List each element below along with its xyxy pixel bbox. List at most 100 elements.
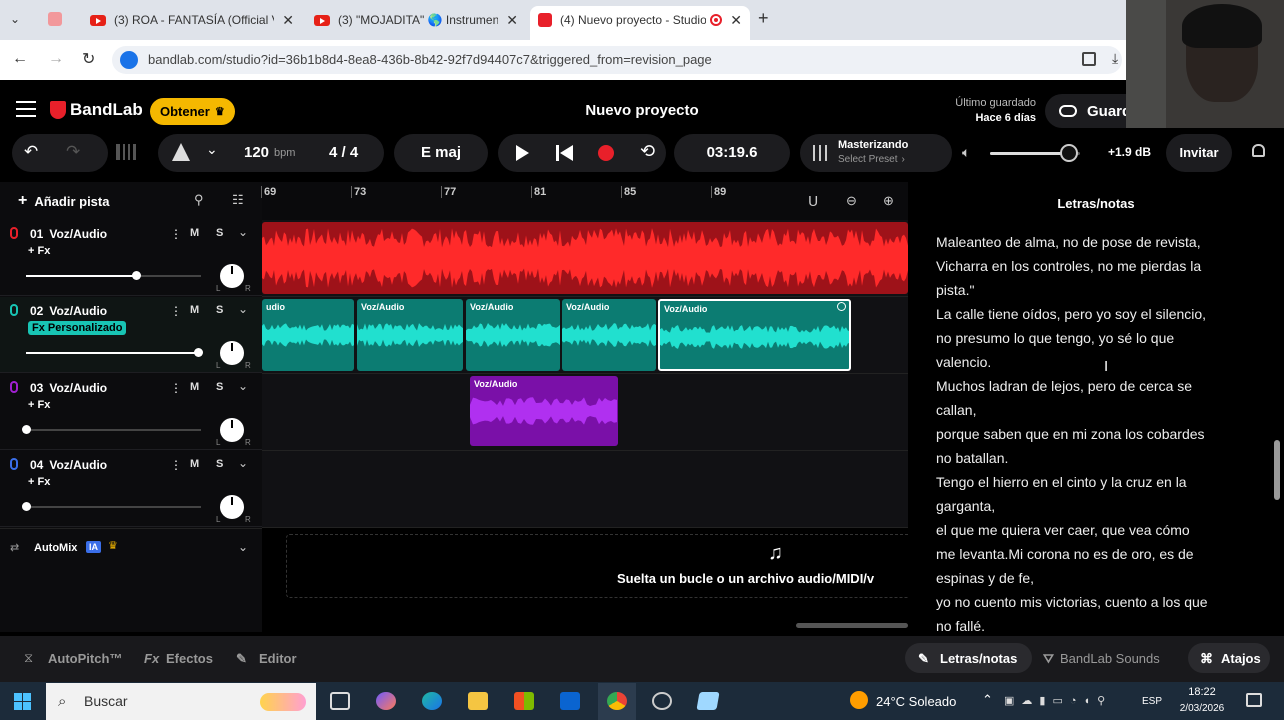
track-header[interactable]: 04 Voz/Audio ⋮ M S ⌄ + Fx L R [0,451,262,527]
volume-knob[interactable] [193,348,203,357]
bandlab-sounds-button[interactable]: BandLab Sounds [1060,651,1160,666]
time-signature-field[interactable]: 4 / 4 [329,144,358,161]
audio-clip[interactable] [262,222,908,294]
mute-button[interactable]: M [190,304,199,316]
fx-button[interactable]: + Fx [28,476,50,488]
zoom-in-icon[interactable]: ⊕ [883,193,894,209]
volume-knob[interactable] [1060,144,1079,162]
add-track-button[interactable]: + Añadir pista [18,192,109,210]
track-header[interactable]: 01 Voz/Audio ⋮ M S ⌄ + Fx L R [0,220,262,296]
audio-clip[interactable]: udio [262,299,354,371]
volume-knob[interactable] [22,502,31,511]
track-name[interactable]: Voz/Audio [49,304,107,318]
tab-list-icon[interactable]: ⌄ [10,12,20,26]
chrome-icon[interactable] [607,692,627,710]
vertical-scrollbar[interactable] [1274,222,1280,622]
download-icon[interactable]: ⤓ [1112,50,1118,67]
bandlab-logo[interactable]: BandLab [50,100,143,120]
fx-button[interactable]: Fx Personalizado [28,321,127,335]
clock-time[interactable]: 18:22 [1176,686,1228,698]
tempo-field[interactable]: 120 bpm [244,144,295,161]
more-options-icon[interactable]: ⋮ [170,227,182,241]
reload-icon[interactable]: ↻ [82,49,95,69]
pan-knob[interactable] [220,341,244,365]
solo-button[interactable]: S [216,458,223,470]
audio-clip[interactable]: Voz/Audio [562,299,656,371]
chevron-down-icon[interactable]: ⌄ [206,141,218,158]
taskbar-search-input[interactable]: ⌕ Buscar [46,683,316,720]
volume-knob[interactable] [22,425,31,434]
tab-icon[interactable] [48,12,62,26]
back-icon[interactable]: ← [12,50,28,68]
outlook-icon[interactable] [560,692,580,710]
browser-tab[interactable]: (3) "MOJADITA" 🌎 Instrumenta ✕ [306,6,526,34]
reading-mode-icon[interactable] [1082,52,1096,66]
app-icon[interactable] [696,692,720,710]
track-volume-slider[interactable] [26,348,203,357]
drop-zone[interactable] [286,534,926,598]
task-view-icon[interactable] [330,692,350,710]
pan-knob[interactable] [220,495,244,519]
get-button[interactable]: Obtener ♛ [150,98,235,125]
track-volume-slider[interactable] [22,502,201,511]
fx-button[interactable]: + Fx [28,245,50,257]
windows-start-icon[interactable] [14,693,31,710]
audio-clip[interactable]: Voz/Audio [470,376,618,446]
notifications-icon[interactable] [1252,144,1265,157]
record-icon[interactable] [598,145,614,161]
menu-icon[interactable] [16,101,36,117]
audio-clip-selected[interactable]: Voz/Audio [658,299,851,371]
more-options-icon[interactable]: ⋮ [170,458,182,472]
fx-button[interactable]: + Fx [28,399,50,411]
chevron-down-icon[interactable]: ⌄ [238,456,248,470]
loop-icon[interactable]: ⟲ [640,141,655,162]
loop-region-icon[interactable] [116,144,136,160]
browser-tab[interactable]: (3) ROA - FANTASÍA (Official Vi ✕ [82,6,302,34]
tool-icon[interactable]: ⚲ [194,192,204,208]
app-icon[interactable] [652,692,672,710]
track-name[interactable]: Voz/Audio [49,458,107,472]
new-tab-icon[interactable]: + [758,8,769,29]
notification-center-icon[interactable] [1246,693,1262,707]
master-volume-slider[interactable] [990,144,1080,162]
track-volume-slider[interactable] [26,271,201,280]
snap-icon[interactable]: Ս [808,193,818,210]
project-title[interactable]: Nuevo proyecto [580,102,704,119]
url-input[interactable]: bandlab.com/studio?id=36b1b8d4-8ea8-436b… [112,46,1122,74]
browser-tab-active[interactable]: (4) Nuevo proyecto - Studio ✕ [530,6,750,40]
forward-icon[interactable]: → [48,50,64,68]
chevron-down-icon[interactable]: ⌄ [238,225,248,239]
horizontal-scrollbar[interactable] [796,623,908,628]
tray-icons[interactable]: ▣☁▮▭◔◖⚲ [1004,694,1112,707]
zoom-out-icon[interactable]: ⊖ [846,193,857,209]
more-options-icon[interactable]: ⋮ [170,304,182,318]
site-info-icon[interactable] [120,51,138,69]
solo-button[interactable]: S [216,304,223,316]
mute-button[interactable]: M [190,458,199,470]
copilot-icon[interactable] [376,692,396,710]
track-header[interactable]: 03 Voz/Audio ⋮ M S ⌄ + Fx L R [0,374,262,450]
clock-date[interactable]: 2/03/2026 [1170,703,1234,714]
file-explorer-icon[interactable] [468,692,488,710]
track-settings-icon[interactable]: ☷ [232,192,244,208]
audio-clip[interactable]: Voz/Audio [466,299,560,371]
undo-icon[interactable]: ↶ [24,142,38,162]
effects-button[interactable]: Efectos [166,651,213,666]
close-icon[interactable]: ✕ [506,12,518,29]
more-options-icon[interactable]: ⋮ [170,381,182,395]
chevron-down-icon[interactable]: ⌄ [238,379,248,393]
mute-button[interactable]: M [190,381,199,393]
speaker-icon[interactable]: 🔈︎ [962,144,970,161]
volume-knob[interactable] [132,271,142,280]
close-icon[interactable]: ✕ [282,12,294,29]
pan-knob[interactable] [220,264,244,288]
play-icon[interactable] [516,145,529,161]
autopitch-button[interactable]: AutoPitch™ [48,651,122,666]
close-icon[interactable]: ✕ [730,12,742,29]
tray-chevron-icon[interactable]: ⌃ [982,692,993,708]
solo-button[interactable]: S [216,381,223,393]
audio-clip[interactable]: Voz/Audio [357,299,463,371]
mute-button[interactable]: M [190,227,199,239]
track-header[interactable]: 02 Voz/Audio ⋮ M S ⌄ Fx Personalizado L R [0,297,262,373]
skip-back-icon[interactable] [556,145,574,161]
